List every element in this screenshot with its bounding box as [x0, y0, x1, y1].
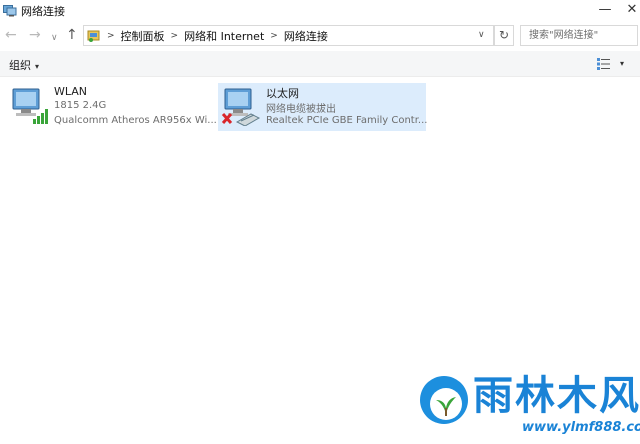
- command-bar: 组织 ▾ ▾: [0, 51, 640, 77]
- recent-locations-dropdown[interactable]: ∨: [51, 31, 58, 45]
- element-1: [430, 388, 462, 420]
- search-input[interactable]: 搜索"网络连接": [520, 25, 638, 46]
- address-bar[interactable]: > 控制面板 > 网络和 Internet > 网络连接: [83, 25, 494, 46]
- up-button[interactable]: ↑: [66, 28, 78, 42]
- watermark-logo-icon: [420, 376, 468, 424]
- breadcrumb-network-connections[interactable]: 网络连接: [284, 28, 328, 44]
- organize-label: 组织: [9, 59, 31, 72]
- breadcrumb-separator[interactable]: >: [270, 31, 278, 41]
- view-options-dropdown[interactable]: ▾: [620, 59, 624, 68]
- organize-button[interactable]: 组织 ▾: [9, 57, 39, 73]
- connection-device: Realtek PCIe GBE Family Contr...: [266, 115, 428, 126]
- chevron-down-icon: ▾: [35, 62, 40, 71]
- connection-wlan[interactable]: WLAN 1815 2.4G Qualcomm Atheros AR956x W…: [6, 83, 217, 131]
- wifi-adapter-icon: [9, 86, 51, 126]
- address-history-dropdown[interactable]: ∨: [478, 30, 485, 40]
- connection-status: 网络电缆被拔出: [266, 104, 336, 115]
- forward-button[interactable]: →: [29, 28, 41, 42]
- watermark: 雨林木风 www.ylmf888.com: [418, 372, 640, 444]
- network-connections-app-icon: [3, 5, 17, 17]
- watermark-title: 雨林木风: [473, 373, 640, 419]
- close-button[interactable]: ✕: [617, 0, 640, 22]
- back-button[interactable]: ←: [5, 28, 17, 42]
- refresh-button[interactable]: ↻: [494, 25, 514, 46]
- window-title: 网络连接: [21, 5, 65, 18]
- connection-device: Qualcomm Atheros AR956x Wi...: [54, 115, 217, 126]
- control-panel-icon: [87, 29, 101, 43]
- minimize-button[interactable]: —: [590, 0, 620, 22]
- connection-name: 以太网: [266, 87, 299, 100]
- connection-status: 1815 2.4G: [54, 100, 107, 111]
- change-view-icon[interactable]: [597, 58, 611, 70]
- connection-name: WLAN: [54, 85, 88, 98]
- connection-ethernet[interactable]: 以太网 网络电缆被拔出 Realtek PCIe GBE Family Cont…: [218, 83, 428, 131]
- breadcrumb-separator[interactable]: >: [171, 31, 179, 41]
- watermark-url: www.ylmf888.com: [522, 420, 640, 435]
- breadcrumb-network-internet[interactable]: 网络和 Internet: [184, 28, 264, 44]
- title-bar: 网络连接 — ✕: [0, 0, 640, 22]
- breadcrumb-separator: >: [107, 30, 115, 41]
- ethernet-adapter-disconnected-icon: [221, 86, 263, 127]
- breadcrumb-control-panel[interactable]: 控制面板: [121, 28, 165, 44]
